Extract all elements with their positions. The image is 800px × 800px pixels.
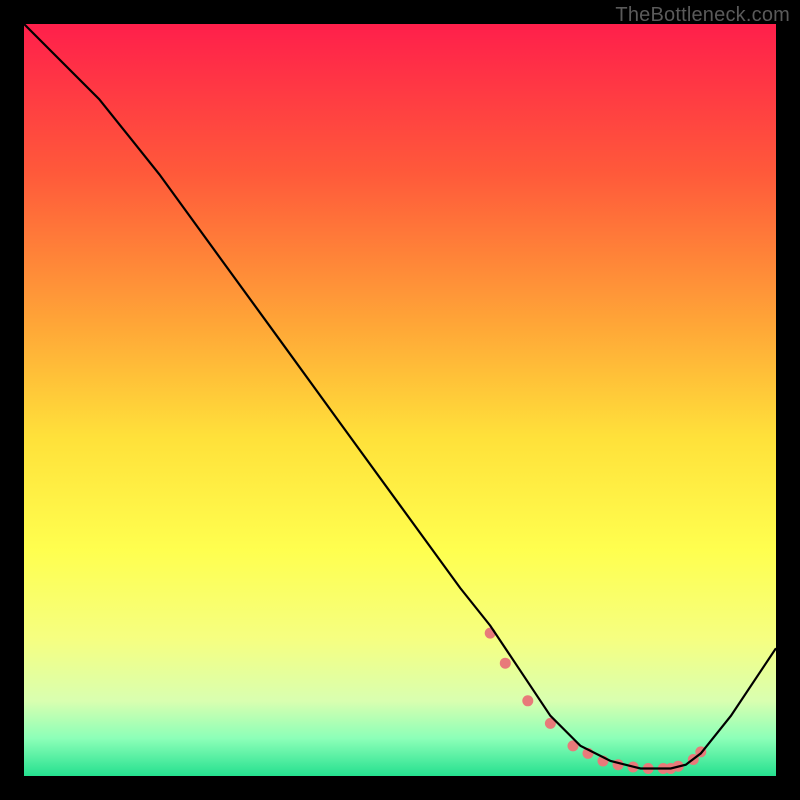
chart-frame: TheBottleneck.com [0, 0, 800, 800]
gradient-background [24, 24, 776, 776]
watermark-text: TheBottleneck.com [615, 4, 790, 27]
marker-point [522, 695, 533, 706]
chart-svg [24, 24, 776, 776]
marker-point [500, 658, 511, 669]
plot-area [24, 24, 776, 776]
